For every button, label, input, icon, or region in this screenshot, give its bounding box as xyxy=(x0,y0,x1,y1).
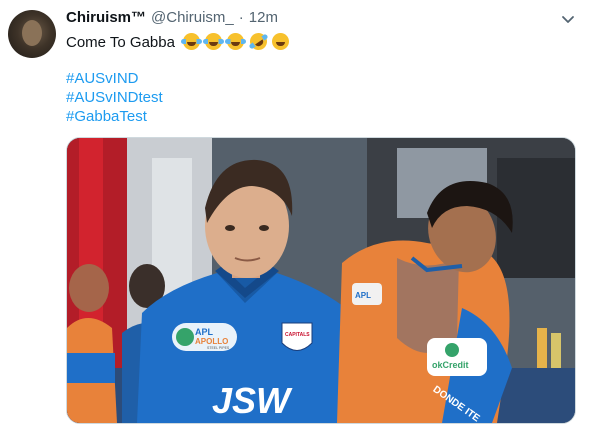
jersey-sponsor-logo: JSW xyxy=(212,380,293,421)
tweet-text-content: Come To Gabba xyxy=(66,34,175,51)
sponsor-patch-prefix: APL xyxy=(195,327,214,337)
tweet-media[interactable]: APL APOLLO STEEL PIPES CAPITALS JSW okCr… xyxy=(66,137,576,424)
tweet-text: Come To Gabba xyxy=(66,29,289,54)
sponsor-patch-text: APOLLO xyxy=(195,337,228,346)
tweet-header: Chiruism™ @Chiruism_ · 12m xyxy=(66,9,278,29)
tweet: Chiruism™ @Chiruism_ · 12m Come To Gabba… xyxy=(0,0,595,434)
tears-of-joy-icon xyxy=(181,33,203,50)
hashtag-list: #AUSvIND #AUSvINDtest #GabbaTest xyxy=(66,69,163,126)
hashtag-link[interactable]: #GabbaTest xyxy=(66,107,163,126)
meme-photo: APL APOLLO STEEL PIPES CAPITALS JSW okCr… xyxy=(67,138,575,423)
hashtag-link[interactable]: #AUSvIND xyxy=(66,69,163,88)
author-handle[interactable]: @Chiruism_ xyxy=(151,9,234,26)
orange-chest-text: APL xyxy=(355,291,371,300)
tears-of-joy-icon xyxy=(225,33,247,50)
author-name[interactable]: Chiruism™ xyxy=(66,9,146,26)
okcredit-patch: okCredit xyxy=(432,360,469,370)
timestamp[interactable]: 12m xyxy=(249,9,278,26)
separator-dot: · xyxy=(238,9,244,26)
more-options-icon[interactable] xyxy=(559,10,577,28)
rolling-laughing-icon xyxy=(246,29,270,54)
grinning-face-icon xyxy=(271,33,289,50)
avatar[interactable] xyxy=(8,10,56,58)
sponsor-patch-sub: STEEL PIPES xyxy=(207,346,230,350)
tears-of-joy-icon xyxy=(203,33,225,50)
team-badge: CAPITALS xyxy=(285,332,310,338)
hashtag-link[interactable]: #AUSvINDtest xyxy=(66,88,163,107)
